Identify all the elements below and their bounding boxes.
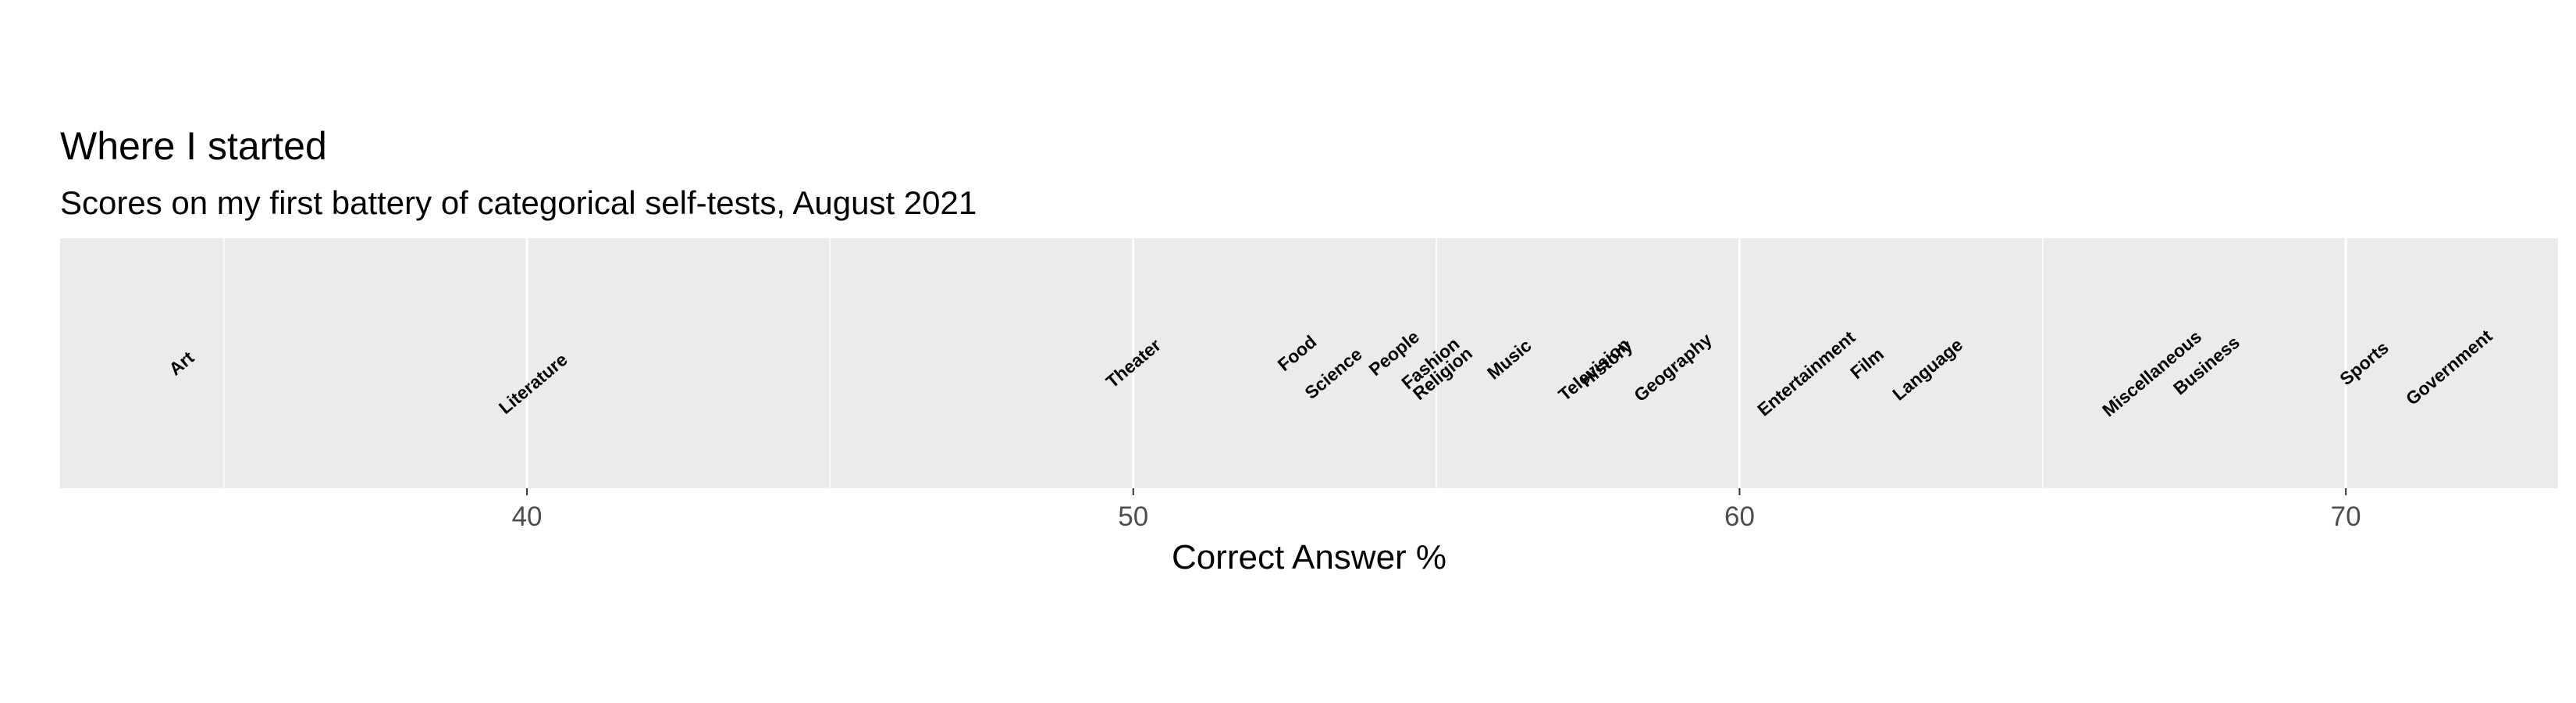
plot-panel [60, 238, 2558, 488]
x-tick-label: 40 [512, 501, 543, 532]
x-tick-label: 50 [1118, 501, 1148, 532]
x-axis-ticks: 40 50 60 70 [512, 488, 2361, 532]
chart-title: Where I started [60, 124, 327, 168]
x-tick-label: 60 [1724, 501, 1755, 532]
chart: Where I started Scores on my first batte… [60, 124, 2558, 576]
chart-subtitle: Scores on my first battery of categorica… [60, 184, 977, 221]
x-tick-label: 70 [2331, 501, 2361, 532]
x-axis-title: Correct Answer % [1172, 538, 1446, 576]
